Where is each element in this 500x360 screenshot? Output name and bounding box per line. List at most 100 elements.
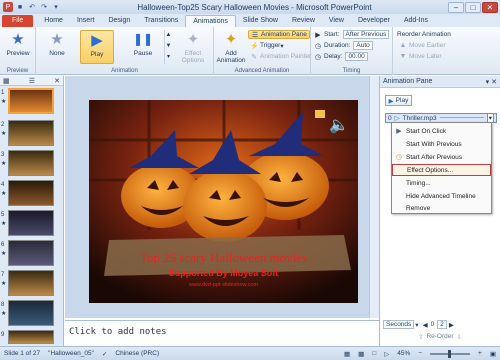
animation-pane-label: Animation Pane	[261, 31, 307, 38]
preview-group: ★ Preview Preview	[0, 27, 36, 75]
prev-page-icon[interactable]: ◀	[423, 321, 428, 329]
delay-label: Delay:	[324, 53, 343, 60]
tab-insert[interactable]: Insert	[70, 15, 102, 27]
notes-pane[interactable]: Click to add notes	[65, 320, 379, 344]
none-star-icon: ★	[50, 31, 64, 48]
zoom-level[interactable]: 45%	[397, 350, 410, 357]
animation-pane-button[interactable]: ☰ Animation Pane	[248, 30, 310, 39]
quick-access-toolbar: P ■ ↶ ↷ ▾	[0, 2, 61, 12]
slide-thumbnail[interactable]	[8, 88, 54, 114]
start-icon: ▶	[315, 31, 321, 39]
tab-design[interactable]: Design	[101, 15, 137, 27]
clock-icon: ◷	[314, 42, 322, 50]
menu-start-after-previous[interactable]: ◷ Start After Previous	[392, 151, 491, 163]
group-label: Advanced Animation	[234, 68, 290, 74]
slide-thumbnail[interactable]	[8, 270, 54, 296]
tab-view[interactable]: View	[322, 15, 351, 27]
svg-text:🔈: 🔈	[329, 115, 349, 134]
pane-close-icon[interactable]: ▾ ✕	[486, 78, 497, 86]
reorder-down-icon[interactable]: ⇩	[457, 333, 462, 341]
anim-play-button[interactable]: ▶ Play	[80, 30, 114, 64]
group-label: Timing	[342, 68, 361, 74]
start-select[interactable]: After Previous	[342, 30, 390, 39]
menu-hide-advanced-timeline[interactable]: Hide Advanced Timeline	[392, 190, 491, 202]
animation-group: ★ None ▶ Play ❚❚ Pause ▲ ▼ ▾ ✦ Effect Opti…	[36, 27, 214, 75]
tab-slide-show[interactable]: Slide Show	[236, 15, 285, 27]
slide-thumbnail[interactable]	[8, 210, 54, 236]
move-later-button[interactable]: ▼ Move Later	[399, 52, 442, 61]
seconds-dropdown-icon[interactable]: ▾	[415, 321, 418, 329]
normal-view-icon[interactable]: ▦	[344, 350, 350, 358]
move-earlier-button[interactable]: ▲ Move Earlier	[399, 41, 446, 50]
menu-start-on-click[interactable]: ▶ Start On Click	[392, 125, 491, 137]
menu-effect-options[interactable]: Effect Options...	[392, 164, 491, 176]
duration-input[interactable]: Auto	[353, 41, 373, 50]
zoom-thumb[interactable]	[448, 349, 452, 358]
close-button[interactable]: ✕	[482, 1, 498, 13]
reading-view-icon[interactable]: □	[372, 350, 376, 357]
fit-window-icon[interactable]: ▣	[490, 350, 496, 358]
menu-label: Timing...	[406, 179, 431, 187]
menu-remove[interactable]: Remove	[392, 202, 491, 214]
minimize-button[interactable]: –	[448, 1, 464, 13]
slide-thumbnail[interactable]	[8, 300, 54, 326]
slide-thumbnail[interactable]	[8, 180, 54, 206]
gallery-scroll[interactable]: ▲ ▼ ▾	[164, 30, 172, 64]
slideshow-view-icon[interactable]: ▷	[384, 350, 389, 358]
save-icon[interactable]: ■	[15, 2, 25, 12]
tab-file[interactable]: File	[2, 15, 34, 27]
seconds-dropdown[interactable]: Seconds	[383, 320, 415, 329]
up-arrow-icon: ▲	[399, 42, 407, 49]
menu-start-with-previous[interactable]: Start With Previous	[392, 138, 491, 150]
start-row: ▶ Start: After Previous	[314, 30, 390, 39]
slide-number: 4	[1, 182, 5, 188]
slide-thumbnail[interactable]	[8, 330, 54, 344]
next-page-icon[interactable]: ▶	[449, 321, 454, 329]
anim-pause-button[interactable]: ❚❚ Pause	[126, 30, 160, 64]
play-icon: ▶	[388, 97, 394, 105]
pane-play-button[interactable]: ▶ Play	[385, 95, 412, 106]
animation-painter-button[interactable]: ✎ Animation Painter	[250, 52, 311, 61]
slide-canvas[interactable]: 🔈 Top 25 scary Halloween movies Supporte…	[89, 100, 358, 303]
preview-button[interactable]: ★ Preview	[1, 30, 35, 64]
move-earlier-label: Move Earlier	[409, 42, 446, 49]
powerpoint-logo-icon[interactable]: P	[3, 2, 13, 12]
tab-add-ins[interactable]: Add-Ins	[397, 15, 435, 27]
animation-star-icon: ★	[1, 221, 7, 227]
sorter-view-icon[interactable]: ▩	[358, 350, 364, 358]
zoom-in-icon[interactable]: +	[478, 350, 482, 357]
customize-qat-icon[interactable]: ▾	[51, 2, 61, 12]
undo-icon[interactable]: ↶	[27, 2, 37, 12]
preview-label: Preview	[6, 50, 30, 57]
play-icon: ▶	[91, 32, 103, 49]
title-bar: P ■ ↶ ↷ ▾ Halloween-Top25 Scary Hallowee…	[0, 0, 500, 14]
outline-tab-icon[interactable]: ☰	[29, 77, 35, 85]
anim-none-button[interactable]: ★ None	[40, 30, 74, 64]
tab-review[interactable]: Review	[285, 15, 322, 27]
ribbon: ★ Preview Preview ★ None ▶ Play ❚❚ Pause…	[0, 27, 500, 75]
effect-options-button[interactable]: ✦ Effect Options	[176, 30, 210, 64]
redo-icon[interactable]: ↷	[39, 2, 49, 12]
slides-tab-icon[interactable]: ▦	[3, 77, 10, 85]
reorder-up-icon[interactable]: ⇧	[418, 333, 423, 341]
language[interactable]: Chinese (PRC)	[115, 350, 159, 357]
slide-thumbnail[interactable]	[8, 150, 54, 176]
tab-developer[interactable]: Developer	[351, 15, 397, 27]
trigger-button[interactable]: ⚡ Trigger ▾	[250, 41, 284, 50]
add-animation-button[interactable]: ✦ Add Animation	[216, 30, 246, 64]
maximize-button[interactable]: □	[465, 1, 481, 13]
spellcheck-icon[interactable]: ✓	[102, 350, 107, 358]
slide-thumbnail[interactable]	[8, 120, 54, 146]
slide-url: www.dvd-ppt-slideshow.com	[188, 282, 259, 288]
tab-home[interactable]: Home	[37, 15, 70, 27]
tab-animations[interactable]: Animations	[185, 15, 236, 27]
zoom-slider[interactable]	[430, 349, 471, 358]
menu-label: Hide Advanced Timeline	[406, 192, 476, 200]
zoom-out-icon[interactable]: −	[418, 350, 422, 357]
tab-transitions[interactable]: Transitions	[137, 15, 185, 27]
vertical-scrollbar[interactable]	[369, 76, 379, 318]
menu-timing[interactable]: Timing...	[392, 177, 491, 189]
close-panel-icon[interactable]: ✕	[54, 77, 60, 85]
slide-thumbnail[interactable]	[8, 240, 54, 266]
delay-input[interactable]: 00.00	[345, 52, 368, 61]
